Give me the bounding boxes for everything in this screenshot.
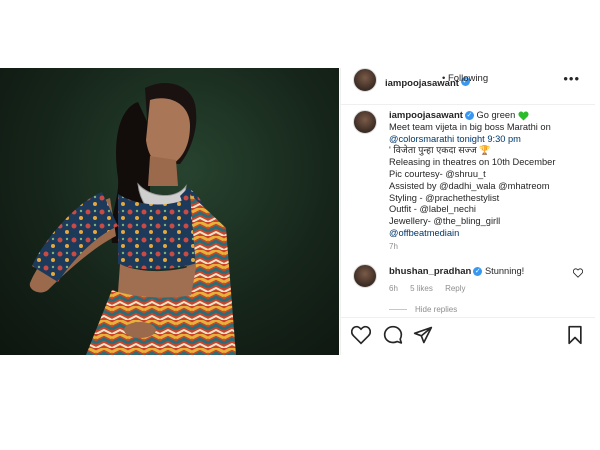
commenter-username[interactable]: bhushan_pradhan xyxy=(389,266,471,277)
mention-link[interactable]: @colorsmarathi tonight 9:30 pm xyxy=(389,134,521,144)
comment-likes[interactable]: 5 likes xyxy=(410,284,433,293)
hide-replies-label: Hide replies xyxy=(415,305,458,314)
caption-line: Releasing in theatres on 10th December xyxy=(389,157,556,168)
post-caption: iampoojasawant ✓ Go green Meet team vijet… xyxy=(389,110,589,240)
caption-marathi-text: ' विजेता पुन्हा एकदा सज्ज xyxy=(389,145,477,156)
green-heart-icon xyxy=(518,111,529,121)
trophy-emoji-icon: 🏆 xyxy=(479,145,491,156)
comment-text: Stunning! xyxy=(484,266,525,276)
caption-line: Pic courtesy- @shruu_t xyxy=(389,168,486,179)
post-photo[interactable] xyxy=(0,68,339,355)
caption-line: ' विजेता पुन्हा एकदा सज्ज 🏆 xyxy=(389,145,589,157)
following-button[interactable]: Following xyxy=(448,73,488,84)
mention-link[interactable]: @offbeatmediain xyxy=(389,228,589,240)
caption-author-avatar[interactable] xyxy=(353,110,377,134)
reply-button[interactable]: Reply xyxy=(445,284,465,293)
woman-portrait-image xyxy=(29,82,236,355)
instagram-post: iampoojasawant ✓ • Following ••• iampooja… xyxy=(0,68,595,356)
caption-line: @colorsmarathi tonight 9:30 pm xyxy=(389,134,589,146)
caption-line: Jewellery- @the_bling_girll xyxy=(389,216,501,227)
comment-like-heart-icon[interactable] xyxy=(573,268,583,278)
bookmark-icon[interactable] xyxy=(565,325,585,345)
post-action-bar xyxy=(341,317,595,356)
comment-icon[interactable] xyxy=(383,325,403,345)
caption-line: iampoojasawant ✓ Go green xyxy=(389,110,589,122)
caption-line: Meet team vijeta in big boss Marathi on xyxy=(389,121,551,132)
commenter-avatar[interactable] xyxy=(353,264,377,288)
caption-line: Styling - @prachethestylist xyxy=(389,192,500,203)
share-icon[interactable] xyxy=(413,325,433,345)
author-avatar[interactable] xyxy=(353,68,377,92)
caption-line: Outfit - @label_nechi xyxy=(389,204,476,215)
heart-icon[interactable] xyxy=(351,325,371,345)
caption-username[interactable]: iampoojasawant xyxy=(389,110,463,121)
separator-dot: • xyxy=(442,73,446,84)
caption-line: Assisted by @dadhi_wala @mhatreom xyxy=(389,180,550,191)
caption-timestamp[interactable]: 7h xyxy=(389,242,398,251)
post-side-panel: iampoojasawant ✓ • Following ••• iampooja… xyxy=(340,68,595,356)
verified-badge-icon: ✓ xyxy=(473,267,483,277)
post-header: iampoojasawant ✓ • Following ••• xyxy=(341,68,595,105)
comment-time[interactable]: 6h xyxy=(389,284,398,293)
comment-text-row: bhushan_pradhan ✓ Stunning! xyxy=(389,266,524,277)
more-options-icon[interactable]: ••• xyxy=(563,71,580,86)
caption-text: Go green xyxy=(476,110,516,120)
hide-replies-line xyxy=(389,309,407,311)
verified-badge-icon: ✓ xyxy=(464,111,474,121)
comment-meta: 6h 5 likes Reply xyxy=(389,284,476,293)
hide-replies-button[interactable]: Hide replies xyxy=(389,305,457,314)
follow-status[interactable]: • Following xyxy=(442,73,488,84)
